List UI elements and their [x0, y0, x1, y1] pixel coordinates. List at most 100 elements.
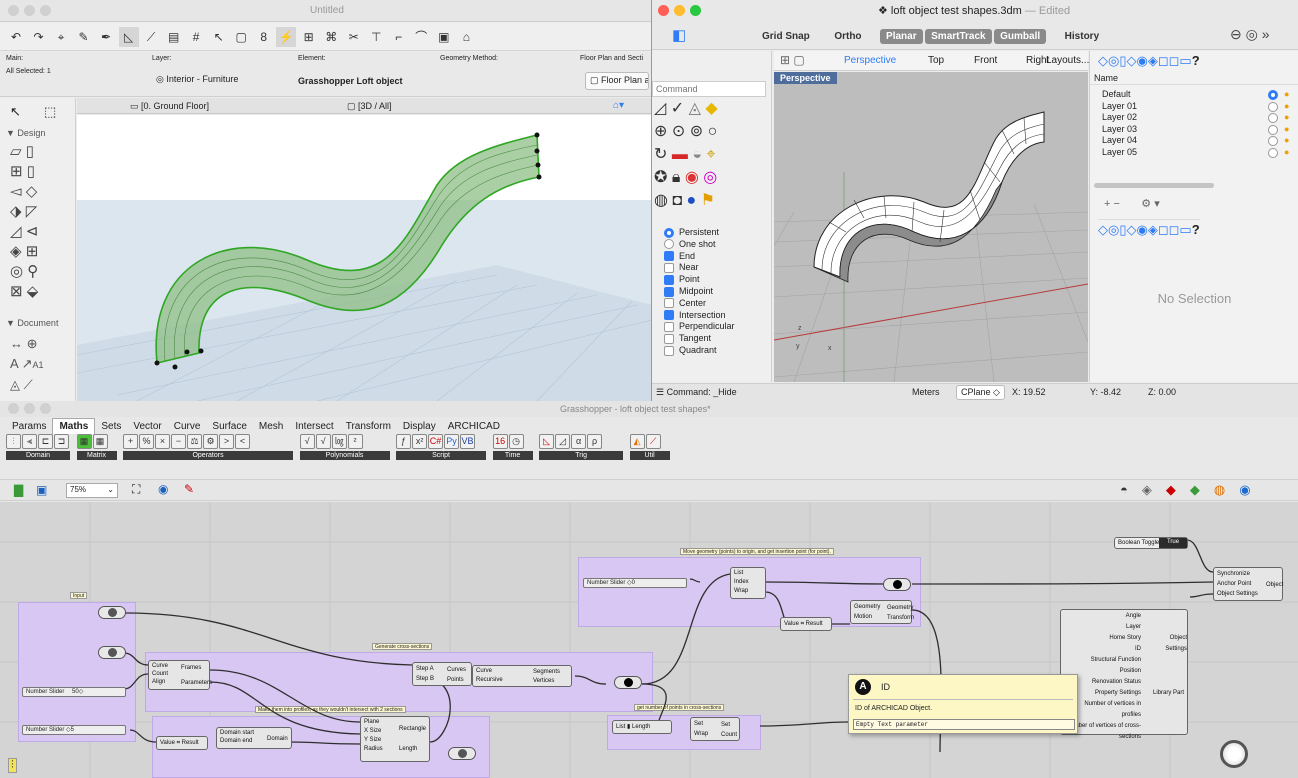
gh-canvas[interactable]: Input Generate cross-sections Make them … — [0, 502, 1298, 778]
curve-icon[interactable]: ⌒ — [411, 26, 431, 46]
triangle-icon[interactable]: ◺ — [539, 434, 555, 449]
menu-archicad[interactable]: ARCHICAD — [442, 419, 506, 434]
tab-front[interactable]: Front — [974, 55, 997, 66]
number-slider-count[interactable]: Number Slider 50◇ — [22, 687, 126, 697]
open-file-icon[interactable]: ▇ — [14, 483, 23, 497]
gate-icon[interactable]: ⚖ — [187, 434, 203, 449]
bulb-icon[interactable]: ● — [1284, 147, 1289, 159]
ribbon-group-polynomials[interactable]: √ √ ㏒ ² Polynomials — [299, 434, 390, 460]
snap-one-shot[interactable]: One shot — [664, 239, 768, 251]
design-section[interactable]: ▼ Design — [6, 128, 45, 138]
csharp-icon[interactable]: C# — [428, 434, 444, 449]
snap-intersection[interactable]: Intersection — [664, 310, 768, 322]
magic-wand-icon[interactable]: ⚡ — [276, 26, 297, 47]
tab-layouts[interactable]: Layouts... — [1046, 55, 1089, 66]
design-tools[interactable]: ▱ ▯ ⊞ ▯ ◅ ◇ ⬗ ◸ ◿ ⊲ ◈ ⊞ ◎ ⚲ ⊠ ⬙ — [10, 142, 70, 302]
boolean-toggle[interactable]: Boolean Toggle True — [1114, 537, 1188, 549]
snap-end[interactable]: End — [664, 251, 768, 263]
history-button[interactable]: History — [1059, 29, 1105, 44]
hat-icon[interactable]: ⌂ — [456, 27, 476, 47]
zoom-extents-icon[interactable]: ⊚ — [690, 123, 703, 140]
pen-icon[interactable]: ✎ — [74, 27, 94, 47]
layer-actions[interactable]: + − ⚙ ▾ — [1104, 197, 1160, 210]
number-slider-size[interactable]: Number Slider ◇5 — [22, 725, 126, 735]
perp-frames-component[interactable]: Curve Count Align Frames Parameters — [148, 660, 212, 690]
layer-scrollbar[interactable] — [1094, 183, 1214, 188]
set-component[interactable]: Set Wrap Set Count — [690, 717, 740, 741]
zoom-icon[interactable]: ⊕ — [654, 123, 667, 140]
menu-maths[interactable]: Maths — [52, 418, 96, 434]
root2-icon[interactable]: √ — [315, 434, 331, 449]
current-layer-radio[interactable] — [1268, 90, 1278, 100]
select-tool-icon[interactable]: ◿ — [654, 100, 666, 117]
panel-tabs-bottom[interactable]: ◇◎▯◇◉◈◻◻▭? — [1098, 219, 1200, 238]
object-settings-component[interactable]: Angle Layer Home Story ID Structural Functio… — [1060, 609, 1188, 740]
color-wheel-icon[interactable]: ◎ — [703, 169, 717, 186]
matrix-icon[interactable]: ▦ — [76, 434, 92, 449]
select-arrow-icon[interactable]: ◺ — [118, 26, 139, 47]
planar-button[interactable]: Planar — [880, 29, 923, 44]
ribbon-group-domain[interactable]: ⫶ ⫷ ⊏ ⊐ Domain — [6, 434, 70, 460]
bulb-icon[interactable]: ● — [1284, 89, 1289, 101]
snap-point[interactable]: Point — [664, 274, 768, 286]
tab-ground-floor[interactable]: ▭ [0. Ground Floor] — [130, 101, 209, 112]
flag-icon[interactable]: ⚑ — [701, 192, 715, 209]
stone-icon[interactable]: ◒ — [692, 146, 702, 163]
vb-icon[interactable]: VB — [460, 434, 476, 449]
ribbon-group-operators[interactable]: +% × − ⚖ ⚙ > < Operators — [123, 434, 294, 460]
value-result-component-2[interactable]: Value ⌗ Result — [780, 617, 832, 631]
document-tools[interactable]: ↔ ⊕ A ↗A1 ◬ ⟋ — [10, 334, 70, 395]
check-icon[interactable]: ✓ — [671, 100, 684, 117]
menu-transform[interactable]: Transform — [340, 419, 397, 434]
menu-intersect[interactable]: Intersect — [289, 419, 339, 434]
triangle2-icon[interactable]: ◿ — [555, 434, 571, 449]
menu-curve[interactable]: Curve — [168, 419, 207, 434]
percent-icon[interactable]: % — [139, 434, 155, 449]
move-component[interactable]: Geometry Motion Geometry Transform — [850, 600, 914, 624]
light-icon[interactable]: ✪ — [654, 169, 667, 186]
lock-icon[interactable]: 🔒︎ — [672, 169, 681, 186]
layer-radio[interactable] — [1268, 124, 1278, 135]
snap-midpoint[interactable]: Midpoint — [664, 286, 768, 298]
car-icon[interactable]: ▬ — [672, 146, 688, 163]
command-input[interactable] — [652, 81, 766, 97]
archicad-3d-viewport[interactable] — [77, 115, 651, 401]
pen2-icon[interactable]: ✒ — [96, 27, 116, 47]
layer-row[interactable]: Layer 02 ● — [1090, 112, 1298, 124]
corner-icon[interactable]: ⌐ — [389, 27, 409, 47]
canvas-corner-icon[interactable]: ⫶ — [8, 758, 17, 773]
subtract-icon[interactable]: − — [171, 434, 187, 449]
trim-icon[interactable]: ✂ — [344, 27, 364, 47]
layer-radio[interactable] — [1268, 101, 1278, 112]
document-section[interactable]: ▼ Document — [6, 318, 58, 328]
undo-icon[interactable]: ↶ — [6, 27, 26, 47]
bulb-icon[interactable]: ● — [1284, 135, 1289, 147]
number-slider-top[interactable]: Number Slider ◇0 — [583, 578, 687, 588]
canvas-navigator[interactable] — [1220, 740, 1248, 768]
ribbon-group-script[interactable]: ƒ x² C# Py VB Script — [396, 434, 487, 460]
pick-icon[interactable]: ⌖ — [51, 27, 71, 47]
preview-icon[interactable]: ◉ — [158, 482, 168, 496]
grid-icon[interactable]: # — [186, 27, 206, 47]
rectangle-component[interactable]: Plane X Size Y Size Radius Rectangle Length — [360, 716, 430, 762]
explode-component[interactable]: Curve Recursive Segments Vertices — [472, 665, 572, 687]
zoom-window-icon[interactable]: ⊙ — [672, 123, 685, 140]
smarttrack-button[interactable]: SmartTrack — [925, 29, 992, 44]
layer-row[interactable]: Default ● — [1090, 89, 1298, 101]
fill-icon[interactable]: ▤ — [164, 27, 184, 47]
viewport-label[interactable]: Perspective — [774, 72, 837, 84]
align-icon[interactable]: ⊤ — [366, 27, 386, 47]
snap-quadrant[interactable]: Quadrant — [664, 345, 768, 357]
sync-component[interactable]: Synchronize Anchor Point Object Settings O… — [1213, 567, 1283, 601]
rhino-window-controls[interactable] — [658, 5, 706, 17]
ribbon-group-util[interactable]: ◭ ⟋ Util — [629, 434, 670, 460]
alpha-icon[interactable]: α — [571, 434, 587, 449]
menu-vector[interactable]: Vector — [127, 419, 167, 434]
window-controls[interactable] — [8, 5, 56, 17]
marquee-tool-icon[interactable]: ⬚ — [44, 104, 56, 120]
tab-3d[interactable]: ▢ [3D / All] — [347, 101, 392, 112]
point-icon[interactable]: ◬ — [689, 100, 701, 117]
paint-icon[interactable]: ◆ — [705, 100, 717, 117]
greater-icon[interactable]: > — [219, 434, 235, 449]
menu-mesh[interactable]: Mesh — [253, 419, 289, 434]
